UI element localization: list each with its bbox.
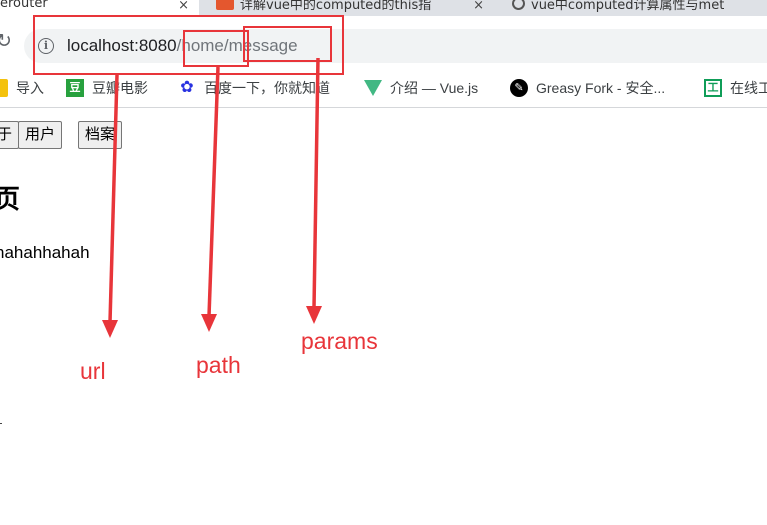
url-label: url — [80, 358, 106, 384]
bookmark-label: 百度一下，你就知道 — [204, 80, 330, 96]
path-label: path — [196, 352, 241, 378]
close-tab-icon[interactable]: × — [473, 0, 484, 13]
search-favicon-icon — [512, 0, 525, 10]
greasyfork-icon: ✎ — [510, 79, 528, 97]
page-heading: 页 — [0, 185, 21, 215]
baidu-icon: ✿ — [180, 79, 194, 96]
message-text: hahahhahah — [0, 243, 90, 262]
bookmark-label: 在线工 — [730, 80, 767, 96]
params-label: params — [301, 328, 378, 354]
bookmark-label: 导入 — [16, 80, 44, 96]
nav-home-button[interactable]: 于 — [0, 121, 20, 149]
bookmarks-bar: 导入 豆 豆瓣电影 ✿ 百度一下，你就知道 介绍 — Vue.js ✎ Grea… — [0, 70, 767, 108]
tab-title: erouter — [0, 0, 48, 11]
online-tool-icon: 工 — [704, 79, 722, 97]
bookmark-online-tool[interactable]: 工 在线工 — [704, 78, 767, 98]
bookmark-import[interactable]: 导入 — [0, 78, 44, 98]
page-content: 于 用户 档案 页 hahahhahah — [0, 109, 767, 525]
blog-favicon-icon — [216, 0, 234, 10]
bookmark-label: 豆瓣电影 — [92, 80, 148, 96]
vue-icon — [364, 80, 382, 96]
bookmark-greasyfork[interactable]: ✎ Greasy Fork - 安全... — [510, 78, 665, 98]
bookmark-label: 介绍 — Vue.js — [390, 80, 479, 96]
tab-strip: erouter × 详解vue中的computed的this指 × vue中co… — [0, 0, 767, 16]
tab-title: vue中computed计算属性与met — [531, 0, 725, 13]
reload-icon[interactable]: ↻ — [0, 30, 12, 52]
bookmark-baidu[interactable]: ✿ 百度一下，你就知道 — [178, 78, 330, 98]
tab-title: 详解vue中的computed的this指 — [240, 0, 432, 13]
path-highlight-box — [183, 30, 249, 67]
tab-computed-this[interactable]: 详解vue中的computed的this指 × — [204, 0, 494, 16]
tab-active[interactable]: erouter × — [0, 0, 199, 16]
close-tab-icon[interactable]: × — [178, 0, 189, 13]
douban-icon: 豆 — [66, 79, 84, 97]
bookmark-label: Greasy Fork - 安全... — [536, 80, 666, 96]
bookmark-douban[interactable]: 豆 豆瓣电影 — [66, 78, 148, 98]
params-highlight-box — [243, 26, 332, 62]
nav-user-button[interactable]: 用户 — [18, 121, 63, 149]
nav-profile-button[interactable]: 档案 — [78, 121, 123, 149]
bookmark-vue[interactable]: 介绍 — Vue.js — [364, 78, 478, 98]
folder-icon — [0, 79, 8, 97]
tab-computed-methods[interactable]: vue中computed计算属性与met — [500, 0, 767, 16]
stray-mark — [0, 423, 2, 424]
